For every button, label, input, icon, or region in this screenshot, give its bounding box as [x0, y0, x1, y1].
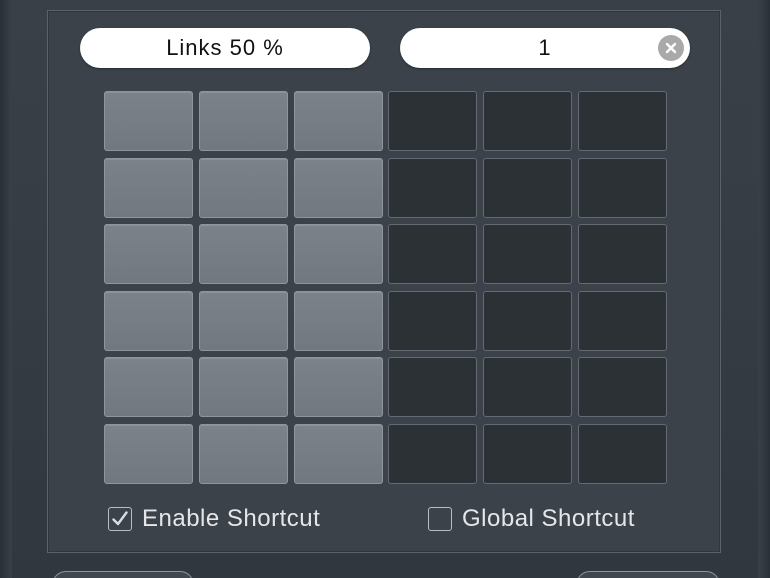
grid-cell-r1-c2[interactable]	[199, 91, 288, 151]
enable-shortcut-checkbox[interactable]: Enable Shortcut	[108, 505, 320, 533]
grid-cell-r6-c5[interactable]	[483, 424, 572, 484]
grid-cell-r2-c5[interactable]	[483, 158, 572, 218]
grid-cell-r2-c3[interactable]	[294, 158, 383, 218]
count-value: 1	[538, 35, 552, 60]
grid-cell-r4-c6[interactable]	[578, 291, 667, 351]
grid-cell-r2-c1[interactable]	[104, 158, 193, 218]
layout-name-field[interactable]: Links 50 %	[80, 28, 370, 68]
grid-cell-r3-c1[interactable]	[104, 224, 193, 284]
grid-cell-r4-c1[interactable]	[104, 291, 193, 351]
count-field[interactable]: 1	[400, 28, 690, 68]
grid-cell-r5-c5[interactable]	[483, 357, 572, 417]
grid-cell-r2-c6[interactable]	[578, 158, 667, 218]
global-shortcut-label: Global Shortcut	[462, 505, 635, 532]
grid-cell-r1-c1[interactable]	[104, 91, 193, 151]
grid-cell-r4-c2[interactable]	[199, 291, 288, 351]
grid-cell-r4-c4[interactable]	[388, 291, 477, 351]
grid-cell-r5-c1[interactable]	[104, 357, 193, 417]
grid-cell-r4-c3[interactable]	[294, 291, 383, 351]
enable-shortcut-box[interactable]	[108, 507, 132, 531]
grid-cell-r2-c4[interactable]	[388, 158, 477, 218]
grid-cell-r4-c5[interactable]	[483, 291, 572, 351]
grid-cell-r1-c4[interactable]	[388, 91, 477, 151]
grid-cell-r5-c2[interactable]	[199, 357, 288, 417]
global-shortcut-checkbox[interactable]: Global Shortcut	[428, 505, 635, 533]
grid-cell-r5-c3[interactable]	[294, 357, 383, 417]
global-shortcut-box[interactable]	[428, 507, 452, 531]
grid-cell-r3-c3[interactable]	[294, 224, 383, 284]
grid-cell-r5-c6[interactable]	[578, 357, 667, 417]
grid-cell-r6-c1[interactable]	[104, 424, 193, 484]
grid-cell-r3-c4[interactable]	[388, 224, 477, 284]
window: Links 50 % 1 Enable Shortcut Global Shor…	[0, 0, 770, 578]
grid-cell-r3-c5[interactable]	[483, 224, 572, 284]
grid-cell-r6-c4[interactable]	[388, 424, 477, 484]
grid-cell-r5-c4[interactable]	[388, 357, 477, 417]
clear-icon[interactable]	[658, 35, 684, 61]
grid-cell-r1-c6[interactable]	[578, 91, 667, 151]
grid-cell-r6-c6[interactable]	[578, 424, 667, 484]
checkmark-icon	[112, 511, 128, 526]
grid-cell-r3-c2[interactable]	[199, 224, 288, 284]
bottom-right-button[interactable]	[576, 571, 720, 578]
enable-shortcut-label: Enable Shortcut	[142, 505, 321, 532]
grid-cell-r3-c6[interactable]	[578, 224, 667, 284]
grid-cell-r2-c2[interactable]	[199, 158, 288, 218]
grid-cell-r6-c3[interactable]	[294, 424, 383, 484]
layout-name-value: Links 50 %	[166, 35, 284, 60]
grid-cell-r1-c5[interactable]	[483, 91, 572, 151]
bottom-left-button[interactable]	[52, 571, 194, 578]
grid-cell-r6-c2[interactable]	[199, 424, 288, 484]
layout-grid[interactable]	[104, 91, 667, 484]
grid-cell-r1-c3[interactable]	[294, 91, 383, 151]
